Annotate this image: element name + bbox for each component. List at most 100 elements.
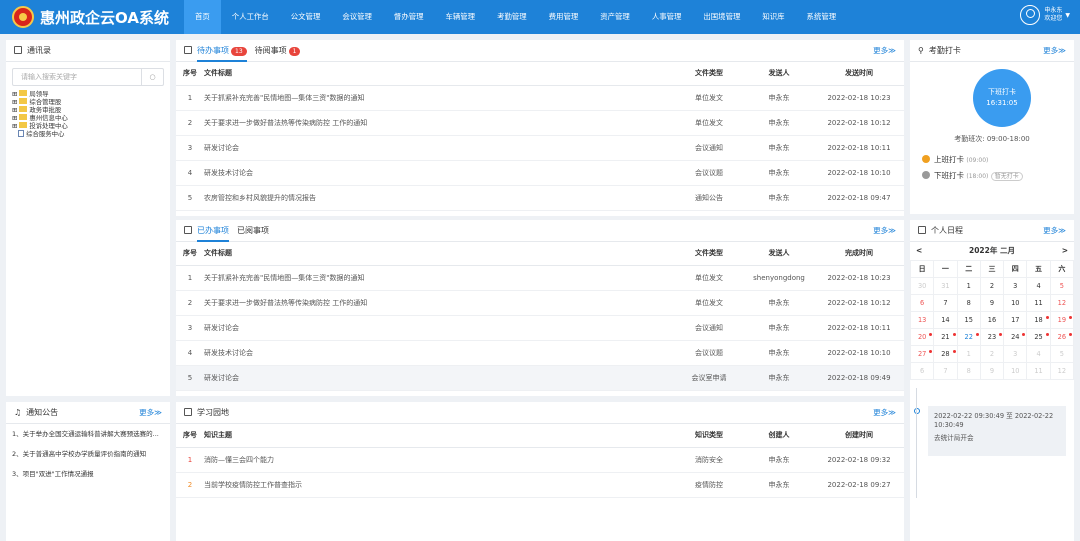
table-row[interactable]: 1 关于抓紧补充完善"民情地图—集体三资"数据的通知 单位发文 申永东 2022-02-… <box>176 85 904 111</box>
tree-item[interactable]: ⊞ 惠州信息中心 <box>6 114 170 122</box>
table-row[interactable]: 2 关于要求进一步做好普法热等传染病防控 工作的通知 单位发文 申永东 2022-02-… <box>176 110 904 136</box>
notice-item[interactable]: 3、项目"双进"工作情况通报 <box>6 464 170 484</box>
todo-count-badge: 13 <box>231 47 247 56</box>
tree-item[interactable]: ⊞ 局领导 <box>6 90 170 98</box>
calendar-more-link[interactable]: 更多≫ <box>1043 220 1066 242</box>
org-tree: ⊞ 局领导 ⊞ 综合管理股 ⊞ 政务审批股 ⊞ 惠州信息中心 ⊞ 投诉处理中心 … <box>6 90 170 138</box>
prev-month-button[interactable]: < <box>916 242 922 260</box>
nav-item-home[interactable]: 首页 <box>184 0 221 34</box>
nav-item[interactable]: 个人工作台 <box>221 0 280 34</box>
day-cell[interactable]: 8 <box>956 294 981 312</box>
day-cell[interactable]: 10 <box>1003 362 1028 380</box>
nav-item[interactable]: 资产管理 <box>589 0 641 34</box>
day-cell[interactable]: 11 <box>1026 362 1051 380</box>
day-cell[interactable]: 14 <box>933 311 958 329</box>
table-row[interactable]: 2 当前学校疫情防控工作普查指示 疫情防控 申永东 2022-02-18 09:27 <box>176 472 904 498</box>
event-dot <box>1045 316 1049 319</box>
day-cell[interactable]: 31 <box>933 277 958 295</box>
nav-item[interactable]: 知识库 <box>751 0 795 34</box>
day-cell[interactable]: 26 <box>1049 328 1075 346</box>
table-row[interactable]: 2 关于要求进一步做好普法热等传染病防控 工作的通知 单位发文 申永东 2022-02-… <box>176 290 904 316</box>
table-row[interactable]: 3 研发讨论会 会议通知 申永东 2022-02-18 10:11 <box>176 315 904 341</box>
tree-item[interactable]: ⊞ 投诉处理中心 <box>6 122 170 130</box>
nav-item[interactable]: 考勤管理 <box>486 0 538 34</box>
day-cell[interactable]: 4 <box>1026 345 1051 363</box>
study-more-link[interactable]: 更多≫ <box>873 402 896 424</box>
table-row[interactable]: 3 研发讨论会 会议通知 申永东 2022-02-18 10:11 <box>176 135 904 161</box>
day-cell[interactable]: 21 <box>933 328 958 346</box>
tab-done[interactable]: 已办事项 <box>197 220 229 242</box>
day-cell[interactable]: 3 <box>1003 277 1028 295</box>
tab-todo[interactable]: 待办事项 13 <box>197 40 247 62</box>
day-cell[interactable]: 7 <box>933 362 958 380</box>
nav-item[interactable]: 车辆管理 <box>435 0 487 34</box>
day-cell[interactable]: 4 <box>1026 277 1051 295</box>
table-row[interactable]: 5 农房管控和乡村风貌提升的情况报告 通知公告 申永东 2022-02-18 09:47 <box>176 185 904 211</box>
day-cell[interactable]: 3 <box>1003 345 1028 363</box>
user-menu[interactable]: 申永东 欢迎您 ▼ <box>1020 5 1070 25</box>
todo-more-link[interactable]: 更多≫ <box>873 40 896 62</box>
table-row[interactable]: 5 研发讨论会 会议室申请 申永东 2022-02-18 09:49 <box>176 365 904 391</box>
day-cell[interactable]: 23 <box>979 328 1005 346</box>
tree-item[interactable]: 综合服务中心 <box>6 130 170 138</box>
done-panel: 已办事项 已阅事项 更多≫ 序号 文件标题 文件类型 发送人 完成时间 1 关于抓紧补充完善"… <box>176 220 904 396</box>
day-cell[interactable]: 20 <box>909 328 935 346</box>
day-cell[interactable]: 30 <box>909 277 935 295</box>
day-cell-today[interactable]: 22 <box>956 328 981 346</box>
tree-item[interactable]: ⊞ 政务审批股 <box>6 106 170 114</box>
day-cell[interactable]: 15 <box>956 311 981 329</box>
next-month-button[interactable]: > <box>1062 242 1068 260</box>
nav-item[interactable]: 出国境管理 <box>692 0 751 34</box>
attendance-more-link[interactable]: 更多≫ <box>1043 40 1066 62</box>
day-cell[interactable]: 12 <box>1049 294 1075 312</box>
notice-item[interactable]: 1、关于举办全国交通运输科普讲解大赛预选赛的... <box>6 424 170 444</box>
day-cell[interactable]: 10 <box>1003 294 1028 312</box>
nav-item[interactable]: 人事管理 <box>641 0 693 34</box>
day-cell[interactable]: 12 <box>1049 362 1075 380</box>
day-cell[interactable]: 8 <box>956 362 981 380</box>
search-input[interactable]: 请输入搜索关键字 ○ <box>12 68 164 86</box>
day-cell[interactable]: 5 <box>1049 345 1075 363</box>
day-cell[interactable]: 25 <box>1026 328 1051 346</box>
day-cell[interactable]: 13 <box>909 311 935 329</box>
tree-item[interactable]: ⊞ 综合管理股 <box>6 98 170 106</box>
done-more-link[interactable]: 更多≫ <box>873 220 896 242</box>
search-icon[interactable]: ○ <box>141 69 163 85</box>
day-cell[interactable]: 27 <box>909 345 935 363</box>
nav-item[interactable]: 费用管理 <box>538 0 590 34</box>
day-cell[interactable]: 9 <box>979 362 1005 380</box>
day-cell[interactable]: 6 <box>909 294 935 312</box>
table-row[interactable]: 1 关于抓紧补充完善"民情地图—集体三资"数据的通知 单位发文 shenyongdon… <box>176 265 904 291</box>
event-dot <box>1069 333 1072 336</box>
day-cell[interactable]: 11 <box>1026 294 1051 312</box>
day-cell[interactable]: 7 <box>933 294 958 312</box>
tab-toread[interactable]: 待阅事项 1 <box>255 40 301 62</box>
nav-item[interactable]: 会议管理 <box>331 0 383 34</box>
nav-item[interactable]: 公文管理 <box>280 0 332 34</box>
day-cell[interactable]: 28 <box>933 345 958 363</box>
day-cell[interactable]: 2 <box>979 345 1005 363</box>
day-cell[interactable]: 6 <box>909 362 935 380</box>
notice-item[interactable]: 2、关于普通高中学校办学质量评价指南的通知 <box>6 444 170 464</box>
schedule-event[interactable]: 2022-02-22 09:30:49 至 2022-02-22 10:30:4… <box>928 406 1066 456</box>
day-cell[interactable]: 1 <box>956 277 981 295</box>
day-cell[interactable]: 5 <box>1049 277 1075 295</box>
day-cell[interactable]: 2 <box>979 277 1005 295</box>
day-cell[interactable]: 18 <box>1026 311 1051 329</box>
notice-more-link[interactable]: 更多≫ <box>139 402 162 424</box>
tab-read[interactable]: 已阅事项 <box>237 220 269 242</box>
table-row[interactable]: 4 研发技术讨论会 会议议题 申永东 2022-02-18 10:10 <box>176 160 904 186</box>
day-cell[interactable]: 24 <box>1003 328 1028 346</box>
day-cell[interactable]: 17 <box>1003 311 1028 329</box>
day-cell[interactable]: 9 <box>979 294 1005 312</box>
day-cell[interactable]: 16 <box>979 311 1005 329</box>
done-table: 序号 文件标题 文件类型 发送人 完成时间 1 关于抓紧补充完善"民情地图—集体三资"数据… <box>176 242 904 391</box>
nav-item[interactable]: 督办管理 <box>383 0 435 34</box>
table-row[interactable]: 1 消防—懂三会四个能力 消防安全 申永东 2022-02-18 09:32 <box>176 447 904 473</box>
day-cell[interactable]: 1 <box>956 345 981 363</box>
nav-item[interactable]: 系统管理 <box>796 0 848 34</box>
clock-out-button[interactable]: 下班打卡 16:31:05 <box>973 69 1031 127</box>
day-cell[interactable]: 19 <box>1049 311 1075 329</box>
shift-text: 考勤班次: 09:00-18:00 <box>954 135 1030 143</box>
table-row[interactable]: 4 研发技术讨论会 会议议题 申永东 2022-02-18 10:10 <box>176 340 904 366</box>
